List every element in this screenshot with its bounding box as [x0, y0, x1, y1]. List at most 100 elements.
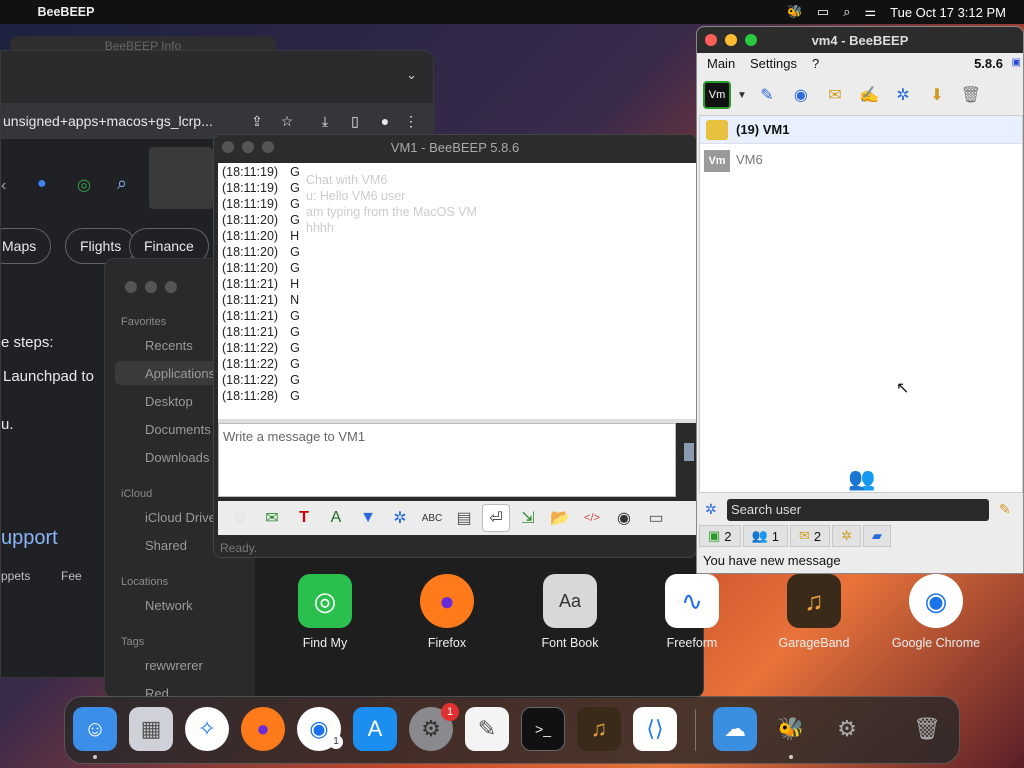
clear-icon[interactable]: ▭: [642, 504, 670, 532]
font-icon[interactable]: T: [290, 504, 318, 532]
search-user-input[interactable]: Search user: [727, 499, 989, 521]
screen-mirroring-icon[interactable]: ▭: [817, 4, 829, 20]
automator-icon[interactable]: ⚙: [825, 707, 869, 751]
lens-search-icon[interactable]: ◎: [77, 175, 91, 195]
side-panel-icon[interactable]: ▯: [340, 113, 370, 130]
download-icon[interactable]: ⤓: [310, 113, 340, 130]
trash-icon[interactable]: 🗑: [957, 81, 985, 109]
sidebar-item-shared[interactable]: Shared: [145, 538, 187, 553]
trash-dock-icon[interactable]: 🗑: [905, 707, 949, 751]
sidebar-item-desktop[interactable]: Desktop: [145, 394, 193, 409]
profile-icon[interactable]: ●: [370, 113, 400, 129]
user-row-vm1[interactable]: (19) VM1: [700, 116, 1022, 144]
sidebar-item-downloads[interactable]: Downloads: [145, 450, 209, 465]
chip-maps[interactable]: Maps: [1, 228, 52, 264]
back-arrow-icon[interactable]: ‹: [1, 177, 6, 195]
sidebar-item-icloud-drive[interactable]: iCloud Drive: [145, 510, 216, 525]
voice-search-icon[interactable]: ●: [37, 175, 47, 193]
send-mail-icon[interactable]: ✉: [258, 504, 286, 532]
app-find-my[interactable]: ◎ Find My: [275, 574, 375, 650]
message-bubble-icon[interactable]: ✉: [821, 81, 849, 109]
finder-zoom-button[interactable]: [165, 281, 177, 293]
sidebar-item-network[interactable]: Network: [145, 598, 193, 613]
tab-list-chevron-icon[interactable]: ⌄: [406, 67, 417, 83]
screenshot-icon[interactable]: ◉: [610, 504, 638, 532]
tab-online-users[interactable]: ▣ 2: [699, 525, 741, 547]
emoticon-icon[interactable]: ☺: [226, 504, 254, 532]
search-icon[interactable]: ⌕: [117, 173, 127, 194]
filter-icon[interactable]: ▼: [354, 504, 382, 532]
status-dropdown-icon[interactable]: ▼: [737, 90, 747, 101]
app-font-book[interactable]: Aa Font Book: [520, 574, 620, 650]
vm-status-icon[interactable]: Vm: [703, 81, 731, 109]
font-color-icon[interactable]: A: [322, 504, 350, 532]
beebeep-dock-icon[interactable]: 🐝: [769, 707, 813, 751]
beebeep-tray-icon[interactable]: 🐝: [787, 4, 803, 20]
footer-feedback[interactable]: Fee: [61, 569, 82, 583]
flag-icon[interactable]: ▣: [1012, 57, 1021, 68]
sidebar-item-recents[interactable]: Recents: [145, 338, 193, 353]
menu-help[interactable]: ?: [812, 56, 819, 71]
vm1-zoom-button[interactable]: [262, 141, 274, 153]
tab-chats[interactable]: ✉ 2: [789, 525, 831, 547]
send-button[interactable]: [684, 443, 694, 461]
finder-minimize-button[interactable]: [145, 281, 157, 293]
tab-files[interactable]: ▰: [863, 525, 891, 547]
vm4-minimize-button[interactable]: [725, 34, 737, 46]
search-settings-icon[interactable]: ✲: [705, 501, 717, 518]
sidebar-item-documents[interactable]: Documents: [145, 422, 211, 437]
tab-network[interactable]: ✲: [832, 525, 861, 547]
vm4-close-button[interactable]: [705, 34, 717, 46]
garageband-dock-icon[interactable]: ♫: [577, 707, 621, 751]
footer-snippets[interactable]: ppets: [1, 569, 30, 583]
spellcheck-icon[interactable]: ABC: [418, 504, 446, 532]
support-link[interactable]: upport: [1, 527, 58, 550]
vm1-titlebar[interactable]: VM1 - BeeBEEP 5.8.6: [214, 135, 696, 159]
word-complete-icon[interactable]: ▤: [450, 504, 478, 532]
share-icon[interactable]: ⇪: [242, 113, 272, 130]
profile-edit-icon[interactable]: ✎: [753, 81, 781, 109]
app-garageband[interactable]: ♫ GarageBand: [764, 574, 864, 650]
html-icon[interactable]: </>: [578, 504, 606, 532]
menu-settings[interactable]: Settings: [750, 56, 797, 71]
sidebar-item-tag[interactable]: rewwrerer: [145, 658, 203, 673]
menu-main[interactable]: Main: [707, 56, 735, 71]
use-return-icon[interactable]: ⏎: [482, 504, 510, 532]
chrome-menu-icon[interactable]: ⋮: [400, 113, 422, 130]
spotlight-search-icon[interactable]: ⌕: [843, 4, 850, 20]
textedit-icon[interactable]: ✎: [465, 707, 509, 751]
app-google-chrome[interactable]: ◉ Google Chrome: [886, 574, 986, 650]
terminal-icon[interactable]: >_: [521, 707, 565, 751]
network-broadcast-icon[interactable]: ◉: [787, 81, 815, 109]
active-app-name[interactable]: BeeBEEP: [16, 5, 116, 19]
plugins-icon[interactable]: ✲: [889, 81, 917, 109]
vm1-minimize-button[interactable]: [242, 141, 254, 153]
file-sharing-icon[interactable]: ⬇: [923, 81, 951, 109]
write-message-icon[interactable]: ✍: [855, 81, 883, 109]
menubar-clock[interactable]: Tue Oct 17 3:12 PM: [890, 5, 1006, 20]
chat-log[interactable]: Chat with VM6 u: Hello VM6 user am typin…: [218, 163, 696, 419]
tab-groups[interactable]: 👥 1: [742, 525, 788, 547]
firefox-dock-icon[interactable]: ●: [241, 707, 285, 751]
app-freeform[interactable]: ∿ Freeform: [642, 574, 742, 650]
bookmark-star-icon[interactable]: ☆: [272, 113, 302, 130]
clear-search-icon[interactable]: ✎: [999, 501, 1011, 518]
message-input[interactable]: Write a message to VM1: [218, 423, 676, 497]
launchpad-icon[interactable]: ▦: [129, 707, 173, 751]
settings-icon[interactable]: ✲: [386, 504, 414, 532]
finder-close-button[interactable]: [125, 281, 137, 293]
safari-icon[interactable]: ✧: [185, 707, 229, 751]
send-folder-icon[interactable]: 📂: [546, 504, 574, 532]
app-firefox[interactable]: ● Firefox: [397, 574, 497, 650]
weather-icon[interactable]: ☁: [713, 707, 757, 751]
app-store-icon[interactable]: A: [353, 707, 397, 751]
user-row-vm6[interactable]: Vm VM6: [700, 146, 1022, 174]
control-center-icon[interactable]: ⚌: [864, 4, 876, 20]
vm4-titlebar[interactable]: vm4 - BeeBEEP: [697, 27, 1023, 53]
address-text[interactable]: unsigned+apps+macos+gs_lcrp...: [3, 113, 238, 129]
send-file-icon[interactable]: ⇲: [514, 504, 542, 532]
finder-icon[interactable]: ☺: [73, 707, 117, 751]
vm1-close-button[interactable]: [222, 141, 234, 153]
vscode-icon[interactable]: ⟨⟩: [633, 707, 677, 751]
vm4-zoom-button[interactable]: [745, 34, 757, 46]
